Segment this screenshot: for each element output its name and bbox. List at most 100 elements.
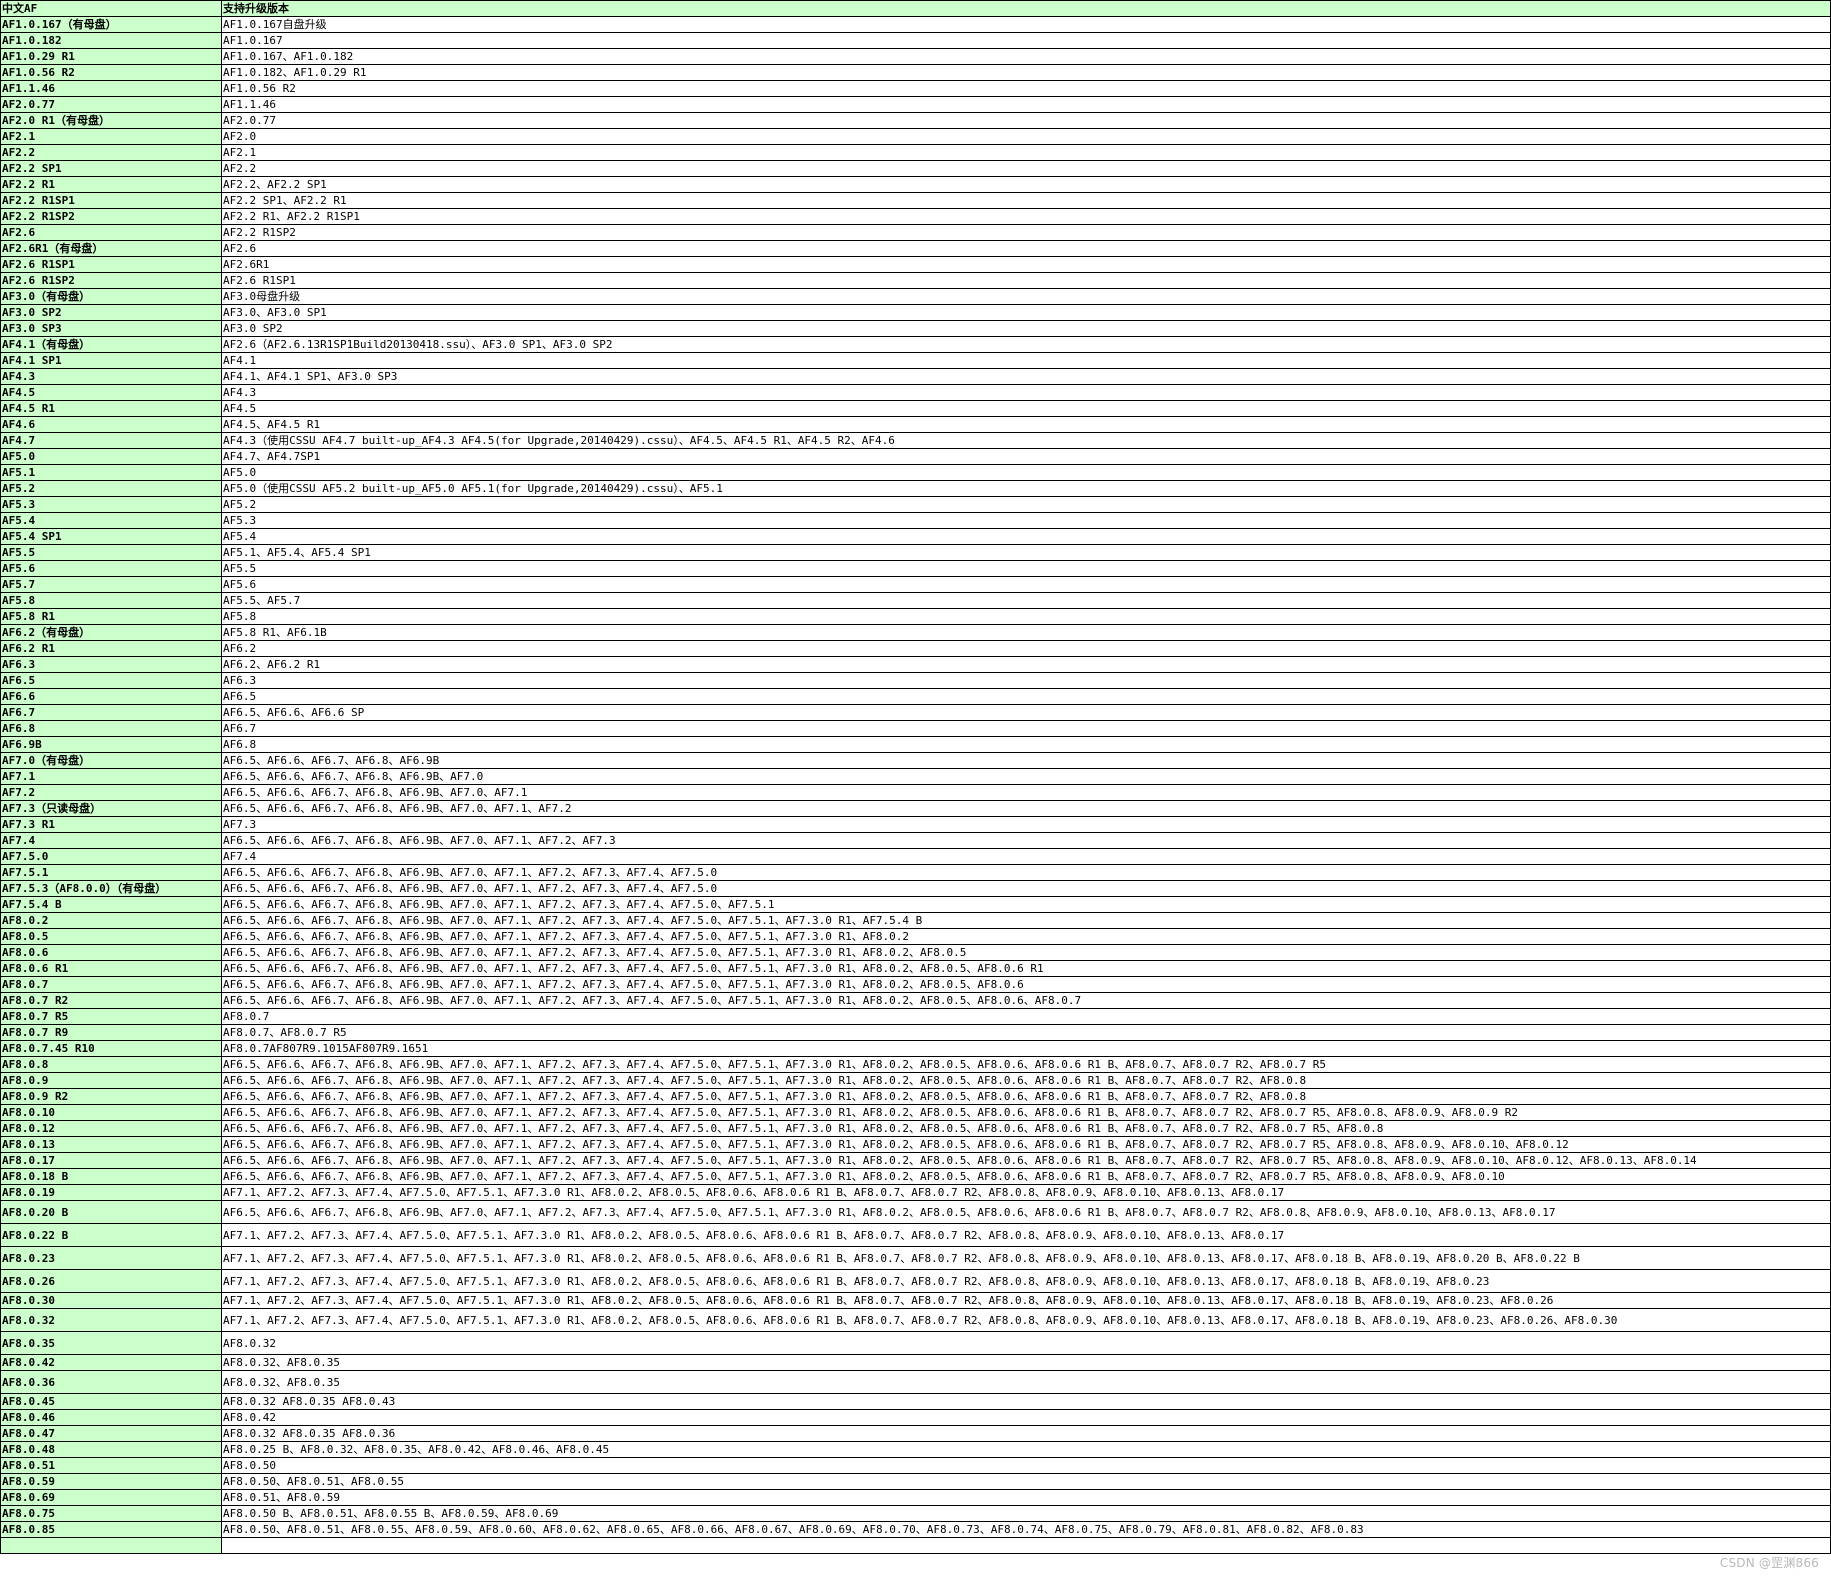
cell-supported-versions[interactable]: AF2.2 SP1、AF2.2 R1 bbox=[221, 192, 1831, 209]
cell-af-version[interactable]: AF2.0.77 bbox=[0, 96, 222, 113]
cell-af-version[interactable]: AF7.5.0 bbox=[0, 848, 222, 865]
cell-supported-versions[interactable]: AF3.0母盘升级 bbox=[221, 288, 1831, 305]
cell-af-version[interactable]: AF2.1 bbox=[0, 128, 222, 145]
cell-af-version[interactable]: AF2.2 SP1 bbox=[0, 160, 222, 177]
cell-af-version[interactable]: AF2.2 R1SP1 bbox=[0, 192, 222, 209]
cell-supported-versions[interactable]: AF1.0.167、AF1.0.182 bbox=[221, 48, 1831, 65]
cell-af-version[interactable]: AF2.6 bbox=[0, 224, 222, 241]
cell-af-version[interactable]: AF8.0.85 bbox=[0, 1521, 222, 1538]
cell-supported-versions[interactable]: AF6.5、AF6.6、AF6.7、AF6.8、AF6.9B、AF7.0、AF7… bbox=[221, 800, 1831, 817]
cell-supported-versions[interactable]: AF6.5、AF6.6、AF6.7、AF6.8、AF6.9B、AF7.0、AF7… bbox=[221, 944, 1831, 961]
cell-af-version[interactable]: AF8.0.13 bbox=[0, 1136, 222, 1153]
cell-supported-versions[interactable]: AF6.5、AF6.6、AF6.7、AF6.8、AF6.9B、AF7.0、AF7… bbox=[221, 1088, 1831, 1105]
header-cell-af-version[interactable]: 中文AF bbox=[0, 0, 222, 17]
cell-supported-versions[interactable]: AF5.5、AF5.7 bbox=[221, 592, 1831, 609]
cell-supported-versions[interactable]: AF4.1 bbox=[221, 352, 1831, 369]
cell-af-version[interactable]: AF2.0 R1（有母盘） bbox=[0, 112, 222, 129]
cell-supported-versions[interactable]: AF5.4 bbox=[221, 528, 1831, 545]
cell-af-version[interactable]: AF7.5.1 bbox=[0, 864, 222, 881]
cell-supported-versions[interactable]: AF8.0.32、AF8.0.35 bbox=[221, 1354, 1831, 1371]
cell-supported-versions[interactable]: AF8.0.32 bbox=[221, 1331, 1831, 1355]
cell-supported-versions[interactable]: AF6.5、AF6.6、AF6.7、AF6.8、AF6.9B、AF7.0、AF7… bbox=[221, 992, 1831, 1009]
cell-af-version[interactable]: AF6.3 bbox=[0, 656, 222, 673]
cell-af-version[interactable]: AF6.6 bbox=[0, 688, 222, 705]
cell-af-version[interactable]: AF4.7 bbox=[0, 432, 222, 449]
cell-supported-versions[interactable]: AF6.5、AF6.6、AF6.7、AF6.8、AF6.9B、AF7.0、AF7… bbox=[221, 928, 1831, 945]
cell-af-version[interactable]: AF8.0.20 B bbox=[0, 1200, 222, 1224]
cell-supported-versions[interactable]: AF3.0、AF3.0 SP1 bbox=[221, 304, 1831, 321]
cell-af-version[interactable]: AF8.0.19 bbox=[0, 1184, 222, 1201]
cell-supported-versions[interactable]: AF2.2、AF2.2 SP1 bbox=[221, 176, 1831, 193]
header-cell-supported-versions[interactable]: 支持升级版本 bbox=[221, 0, 1831, 17]
cell-af-version[interactable]: AF8.0.48 bbox=[0, 1441, 222, 1458]
cell-supported-versions[interactable]: AF2.1 bbox=[221, 144, 1831, 161]
cell-af-version[interactable]: AF2.6 R1SP1 bbox=[0, 256, 222, 273]
cell-supported-versions[interactable]: AF8.0.42 bbox=[221, 1409, 1831, 1426]
cell-af-version[interactable]: AF8.0.7 R2 bbox=[0, 992, 222, 1009]
cell-supported-versions[interactable]: AF6.2、AF6.2 R1 bbox=[221, 656, 1831, 673]
cell-af-version[interactable]: AF8.0.7 R9 bbox=[0, 1024, 222, 1041]
cell-af-version[interactable]: AF8.0.5 bbox=[0, 928, 222, 945]
cell-supported-versions[interactable]: AF2.2 bbox=[221, 160, 1831, 177]
cell-af-version[interactable]: AF8.0.7 R5 bbox=[0, 1008, 222, 1025]
cell-supported-versions[interactable]: AF1.0.182、AF1.0.29 R1 bbox=[221, 64, 1831, 81]
cell-af-version[interactable]: AF8.0.51 bbox=[0, 1457, 222, 1474]
cell-af-version[interactable]: AF1.0.182 bbox=[0, 32, 222, 49]
cell-af-version[interactable]: AF4.1 SP1 bbox=[0, 352, 222, 369]
cell-af-version[interactable]: AF8.0.9 bbox=[0, 1072, 222, 1089]
cell-af-version[interactable]: AF8.0.17 bbox=[0, 1152, 222, 1169]
cell-supported-versions[interactable]: AF8.0.32、AF8.0.35 bbox=[221, 1370, 1831, 1394]
cell-af-version[interactable]: AF8.0.45 bbox=[0, 1393, 222, 1410]
cell-supported-versions[interactable]: AF6.5、AF6.6、AF6.7、AF6.8、AF6.9B、AF7.0 bbox=[221, 768, 1831, 785]
cell-af-version[interactable]: AF7.5.3（AF8.0.0）（有母盘） bbox=[0, 880, 222, 897]
cell-supported-versions[interactable]: AF1.0.167自盘升级 bbox=[221, 16, 1831, 33]
cell-af-version[interactable]: AF5.5 bbox=[0, 544, 222, 561]
cell-supported-versions[interactable]: AF8.0.7、AF8.0.7 R5 bbox=[221, 1024, 1831, 1041]
cell-supported-versions[interactable]: AF6.5、AF6.6、AF6.7、AF6.8、AF6.9B、AF7.0、AF7… bbox=[221, 1168, 1831, 1185]
cell-supported-versions[interactable]: AF8.0.50 bbox=[221, 1457, 1831, 1474]
cell-af-version[interactable]: AF7.3（只读母盘） bbox=[0, 800, 222, 817]
cell-af-version[interactable]: AF8.0.75 bbox=[0, 1505, 222, 1522]
cell-supported-versions[interactable]: AF3.0 SP2 bbox=[221, 320, 1831, 337]
cell-supported-versions[interactable]: AF1.0.167 bbox=[221, 32, 1831, 49]
cell-af-version[interactable]: AF1.0.56 R2 bbox=[0, 64, 222, 81]
cell-supported-versions[interactable]: AF4.3（使用CSSU AF4.7 built-up_AF4.3 AF4.5(… bbox=[221, 432, 1831, 449]
cell-af-version[interactable]: AF1.0.167（有母盘） bbox=[0, 16, 222, 33]
cell-af-version[interactable]: AF5.8 R1 bbox=[0, 608, 222, 625]
cell-af-version[interactable]: AF2.6 R1SP2 bbox=[0, 272, 222, 289]
cell-supported-versions[interactable]: AF6.5、AF6.6、AF6.7、AF6.8、AF6.9B、AF7.0、AF7… bbox=[221, 1120, 1831, 1137]
cell-af-version[interactable]: AF8.0.7 bbox=[0, 976, 222, 993]
cell-supported-versions[interactable]: AF5.0（使用CSSU AF5.2 built-up_AF5.0 AF5.1(… bbox=[221, 480, 1831, 497]
cell-af-version[interactable]: AF6.8 bbox=[0, 720, 222, 737]
cell-af-version[interactable]: AF2.2 bbox=[0, 144, 222, 161]
cell-af-version[interactable]: AF7.3 R1 bbox=[0, 816, 222, 833]
cell-supported-versions[interactable]: AF2.6（AF2.6.13R1SP1Build20130418.ssu）、AF… bbox=[221, 336, 1831, 353]
cell-af-version[interactable] bbox=[0, 1537, 222, 1554]
cell-supported-versions[interactable]: AF6.5、AF6.6、AF6.7、AF6.8、AF6.9B、AF7.0、AF7… bbox=[221, 912, 1831, 929]
cell-supported-versions[interactable]: AF4.5、AF4.5 R1 bbox=[221, 416, 1831, 433]
cell-supported-versions[interactable]: AF6.2 bbox=[221, 640, 1831, 657]
cell-af-version[interactable]: AF8.0.18 B bbox=[0, 1168, 222, 1185]
cell-af-version[interactable]: AF8.0.2 bbox=[0, 912, 222, 929]
cell-supported-versions[interactable]: AF7.1、AF7.2、AF7.3、AF7.4、AF7.5.0、AF7.5.1、… bbox=[221, 1223, 1831, 1247]
cell-af-version[interactable]: AF8.0.32 bbox=[0, 1308, 222, 1332]
cell-af-version[interactable]: AF4.5 R1 bbox=[0, 400, 222, 417]
cell-supported-versions[interactable]: AF5.5 bbox=[221, 560, 1831, 577]
cell-af-version[interactable]: AF8.0.6 bbox=[0, 944, 222, 961]
cell-af-version[interactable]: AF8.0.8 bbox=[0, 1056, 222, 1073]
cell-supported-versions[interactable]: AF1.1.46 bbox=[221, 96, 1831, 113]
cell-af-version[interactable]: AF5.0 bbox=[0, 448, 222, 465]
cell-supported-versions[interactable]: AF6.5、AF6.6、AF6.7、AF6.8、AF6.9B、AF7.0、AF7… bbox=[221, 1152, 1831, 1169]
cell-supported-versions[interactable]: AF7.4 bbox=[221, 848, 1831, 865]
cell-af-version[interactable]: AF5.6 bbox=[0, 560, 222, 577]
cell-supported-versions[interactable]: AF8.0.25 B、AF8.0.32、AF8.0.35、AF8.0.42、AF… bbox=[221, 1441, 1831, 1458]
cell-supported-versions[interactable]: AF6.7 bbox=[221, 720, 1831, 737]
cell-supported-versions[interactable]: AF8.0.32 AF8.0.35 AF8.0.43 bbox=[221, 1393, 1831, 1410]
cell-af-version[interactable]: AF8.0.7.45 R10 bbox=[0, 1040, 222, 1057]
cell-supported-versions[interactable]: AF5.6 bbox=[221, 576, 1831, 593]
cell-supported-versions[interactable]: AF5.8 bbox=[221, 608, 1831, 625]
cell-supported-versions[interactable] bbox=[221, 1537, 1831, 1554]
cell-af-version[interactable]: AF3.0 SP3 bbox=[0, 320, 222, 337]
cell-af-version[interactable]: AF7.2 bbox=[0, 784, 222, 801]
cell-supported-versions[interactable]: AF8.0.7 bbox=[221, 1008, 1831, 1025]
